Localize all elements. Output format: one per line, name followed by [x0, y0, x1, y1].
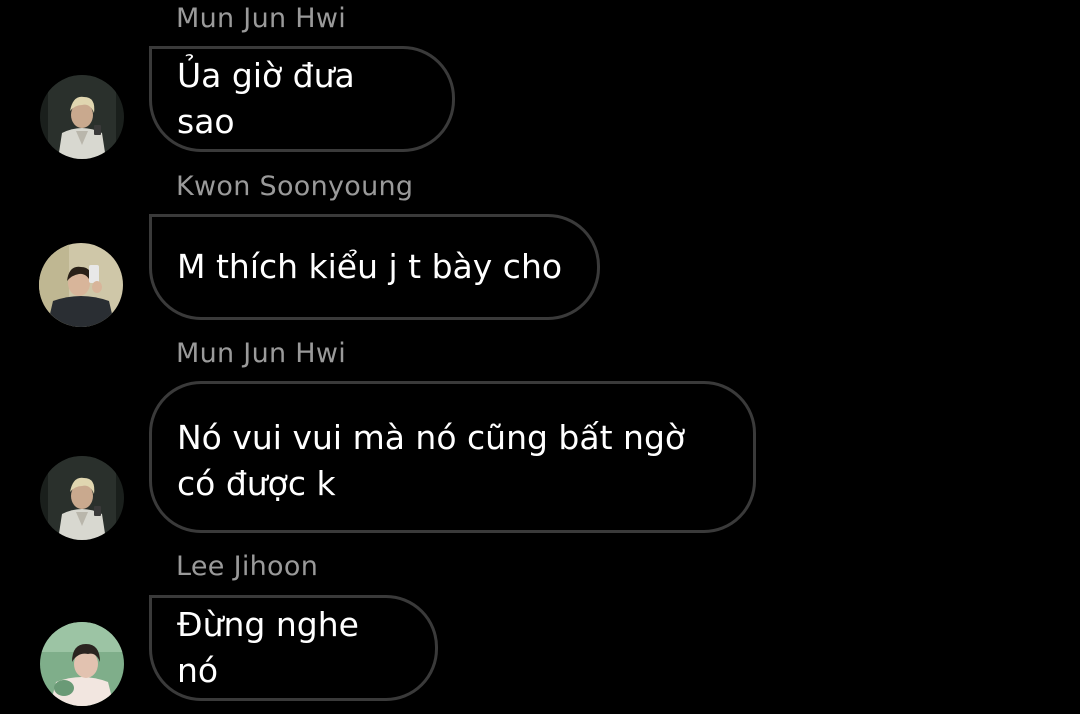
user-photo-icon[interactable] [40, 622, 124, 706]
sender-name: Mun Jun Hwi [176, 338, 347, 369]
message-bubble[interactable]: Ủa giờ đưa sao [149, 46, 455, 152]
user-photo-icon[interactable] [39, 243, 123, 327]
user-photo-icon[interactable] [40, 456, 124, 540]
message-bubble[interactable]: Đừng nghe nó [149, 595, 438, 701]
message-text: Đừng nghe nó [177, 605, 370, 690]
group-chat-thread: Mun Jun Hwi Ủa giờ đưa sao Kwon Soonyoun… [0, 0, 1080, 714]
message-bubble[interactable]: Nó vui vui mà nó cũng bất ngờ có được k [149, 381, 756, 533]
sender-name: Kwon Soonyoung [176, 171, 414, 202]
sender-name: Mun Jun Hwi [176, 3, 347, 34]
user-photo-icon[interactable] [40, 75, 124, 159]
message-text: Nó vui vui mà nó cũng bất ngờ có được k [177, 418, 686, 503]
message-text: M thích kiểu j t bày cho [177, 247, 563, 286]
message-bubble[interactable]: M thích kiểu j t bày cho [149, 214, 600, 320]
message-text: Ủa giờ đưa sao [177, 56, 366, 141]
sender-name: Lee Jihoon [176, 551, 319, 582]
